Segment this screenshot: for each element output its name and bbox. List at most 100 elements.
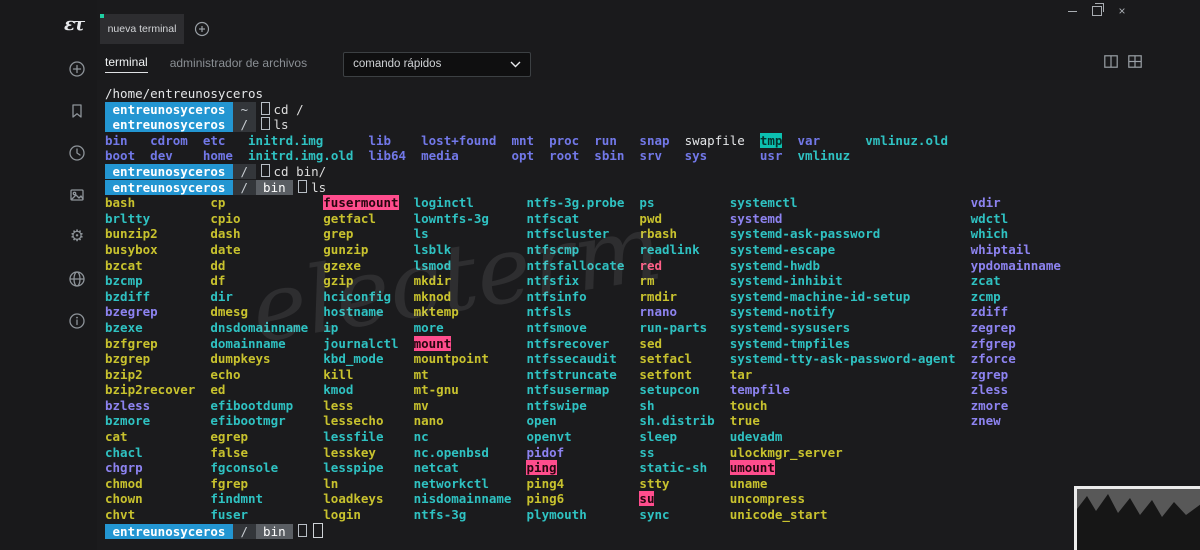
ls-entry: bzexe — [105, 320, 143, 335]
prompt-user: entreunosyceros — [105, 102, 233, 117]
ls-entry: df — [210, 273, 225, 288]
ls-entry: boot — [105, 148, 135, 163]
ls-entry: findmnt — [210, 491, 263, 506]
ls-entry: fgrep — [210, 476, 248, 491]
prompt-glyph-box — [298, 180, 307, 193]
ls-entry: media — [421, 148, 459, 163]
ls-entry: ed — [210, 382, 225, 397]
command-text: cd / — [274, 102, 304, 117]
ls-entry: getfacl — [323, 211, 376, 226]
close-button[interactable]: × — [1114, 4, 1130, 18]
ls-entry: ntfsmove — [527, 320, 587, 335]
ls-entry: lib — [368, 133, 391, 148]
ls-entry: systemd — [730, 211, 783, 226]
sidebar: ετ ⚙ — [0, 0, 97, 550]
ls-entry: lsblk — [414, 242, 452, 257]
ls-entry: touch — [730, 398, 768, 413]
terminal-line: entreunosyceros ~ cd / — [105, 102, 1200, 118]
ls-entry: setfacl — [639, 351, 692, 366]
image-icon[interactable] — [68, 186, 86, 204]
tab-terminal[interactable]: terminal — [105, 55, 148, 73]
quick-commands-select[interactable]: comando rápidos — [343, 52, 531, 77]
ls-entry: mnt — [511, 133, 534, 148]
ls-entry: fusermount — [323, 195, 398, 210]
terminal-tab[interactable]: nueva terminal — [100, 14, 184, 44]
history-icon[interactable] — [68, 144, 86, 162]
ls-entry: kbd_mode — [323, 351, 383, 366]
terminal-line: entreunosyceros / bin ls — [105, 180, 1200, 196]
ls-entry: sbin — [594, 148, 624, 163]
ls-entry: ntfstruncate — [527, 367, 617, 382]
ls-entry: systemd-tty-ask-password-agent — [730, 351, 956, 366]
ls-entry: zgrep — [971, 367, 1009, 382]
bookmark-icon[interactable] — [68, 102, 86, 120]
new-tab-button[interactable] — [194, 21, 210, 37]
ls-entry: gunzip — [323, 242, 368, 257]
ls-entry: dmesg — [210, 304, 248, 319]
ls-entry: unicode_start — [730, 507, 828, 522]
terminal-line: bzmore efibootmgr lessecho nano open sh.… — [105, 413, 1200, 429]
restore-button[interactable] — [1089, 4, 1105, 18]
ls-entry: ls — [414, 226, 429, 241]
ls-entry: zdiff — [971, 304, 1009, 319]
ls-entry: hciconfig — [323, 289, 391, 304]
ls-entry: snap — [639, 133, 669, 148]
settings-gear-icon[interactable]: ⚙ — [68, 228, 86, 246]
terminal-line: bin cdrom etc initrd.img lib lost+found … — [105, 133, 1200, 149]
ls-entry: sync — [639, 507, 669, 522]
ls-entry: efibootmgr — [210, 413, 285, 428]
terminal-line: bzless efibootdump less mv ntfswipe sh t… — [105, 398, 1200, 414]
ls-entry: vmlinuz.old — [865, 133, 948, 148]
terminal-output[interactable]: /home/entreunosyceros entreunosyceros ~ … — [97, 80, 1200, 550]
terminal-line: chgrp fgconsole lesspipe netcat ping sta… — [105, 460, 1200, 476]
ls-entry: mknod — [414, 289, 452, 304]
prompt-path-segment: bin — [256, 524, 294, 539]
ls-entry: mktemp — [414, 304, 459, 319]
command-text: cd bin/ — [274, 164, 327, 179]
ls-entry: more — [414, 320, 444, 335]
split-layout-icon[interactable] — [1104, 55, 1118, 73]
ls-entry: ln — [323, 476, 338, 491]
ls-entry: plymouth — [527, 507, 587, 522]
ls-entry: dev — [150, 148, 173, 163]
ls-entry: rbash — [639, 226, 677, 241]
grid-layout-icon[interactable] — [1128, 55, 1142, 73]
ls-entry: busybox — [105, 242, 158, 257]
ls-entry: ulockmgr_server — [730, 445, 843, 460]
ls-entry: dir — [210, 289, 233, 304]
ls-entry: systemd-ask-password — [730, 226, 881, 241]
ls-entry: true — [730, 413, 760, 428]
ls-entry: systemd-hwdb — [730, 258, 820, 273]
ls-entry: chvt — [105, 507, 135, 522]
ls-entry: fgconsole — [210, 460, 278, 475]
plus-circle-icon — [194, 21, 210, 37]
plus-circle-icon[interactable] — [68, 60, 86, 78]
ls-entry: lessfile — [323, 429, 383, 444]
ls-entry: home — [203, 148, 233, 163]
globe-icon[interactable] — [68, 270, 86, 288]
ls-entry: nisdomainname — [414, 491, 512, 506]
ls-entry: ntfssecaudit — [527, 351, 617, 366]
terminal-line: bzgrep dumpkeys kbd_mode mountpoint ntfs… — [105, 351, 1200, 367]
tab-file-manager[interactable]: administrador de archivos — [170, 56, 307, 73]
ls-entry: ntfscmp — [527, 242, 580, 257]
prompt-user: entreunosyceros — [105, 117, 233, 132]
ls-entry: dd — [210, 258, 225, 273]
info-icon[interactable] — [68, 312, 86, 330]
titlebar: nueva terminal × — [0, 0, 1200, 48]
minimize-button[interactable] — [1064, 4, 1080, 18]
ls-entry: ntfscat — [527, 211, 580, 226]
ls-entry: ntfsinfo — [526, 289, 586, 304]
prompt-user: entreunosyceros — [105, 164, 233, 179]
ls-entry: setupcon — [639, 382, 699, 397]
ls-entry: systemd-inhibit — [730, 273, 843, 288]
ls-entry: systemd-machine-id-setup — [730, 289, 911, 304]
ls-entry: proc — [549, 133, 579, 148]
ls-entry: fuser — [210, 507, 248, 522]
ls-entry: opt — [511, 148, 534, 163]
terminal-line: bzegrep dmesg hostname mktemp ntfsls rna… — [105, 304, 1200, 320]
ls-entry: uncompress — [730, 491, 805, 506]
command-text: ls — [311, 180, 326, 195]
ls-entry: bzip2recover — [105, 382, 195, 397]
ls-entry: dumpkeys — [210, 351, 270, 366]
